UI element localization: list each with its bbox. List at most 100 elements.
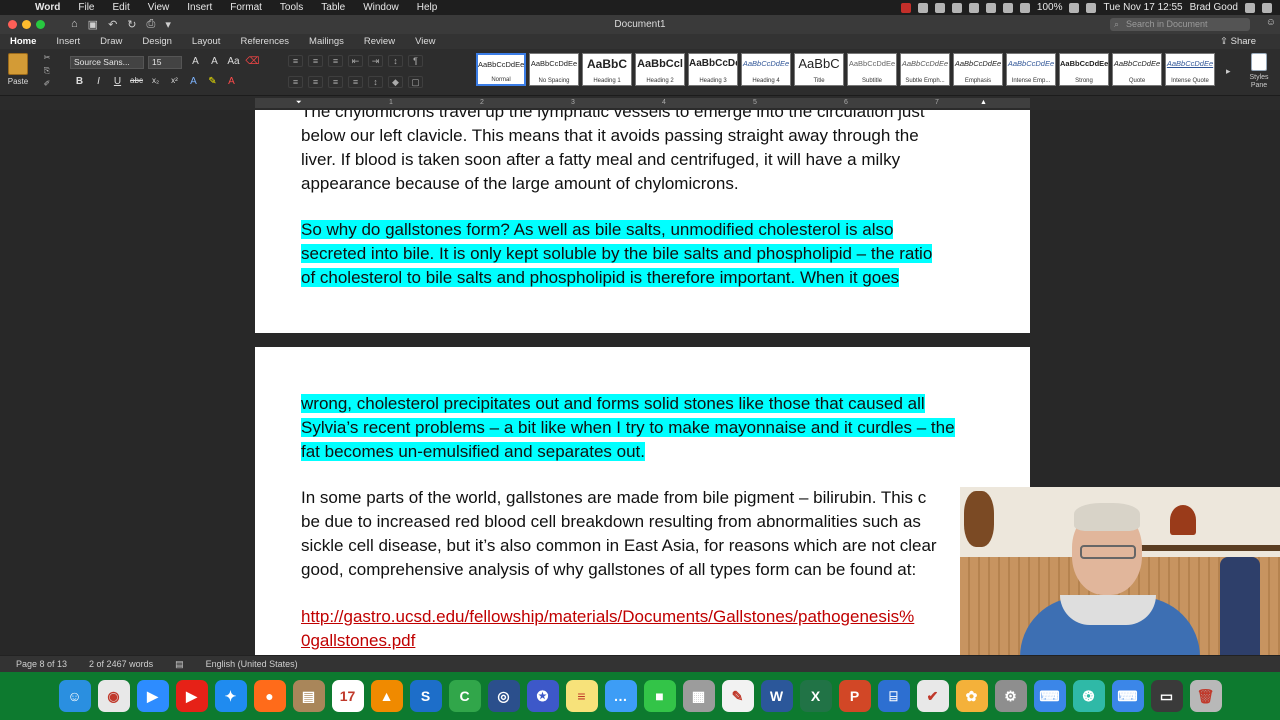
trash-icon[interactable]: 🗑 — [1189, 680, 1222, 712]
style-heading-1[interactable]: AaBbC Heading 1 — [582, 53, 632, 86]
powerpoint-icon[interactable]: P — [838, 680, 871, 712]
horizontal-ruler[interactable]: ⏷ 1 2 3 4 5 6 7 ▲ — [0, 96, 1280, 110]
style-subtitle[interactable]: AaBbCcDdEe Subtitle — [847, 53, 897, 86]
dropbox-icon[interactable] — [968, 2, 979, 13]
preferences-icon[interactable]: ⚙ — [994, 680, 1027, 712]
style-subtle-emphasis[interactable]: AaBbCcDdEe Subtle Emph... — [900, 53, 950, 86]
language-indicator[interactable]: English (United States) — [206, 659, 298, 669]
webcam-overlay[interactable] — [960, 487, 1280, 667]
style-strong[interactable]: AaBbCcDdEe Strong — [1059, 53, 1109, 86]
style-title[interactable]: AaBbC Title — [794, 53, 844, 86]
quicktime-icon[interactable]: ◎ — [487, 680, 520, 712]
style-normal[interactable]: AaBbCcDdEe Normal — [476, 53, 526, 86]
decrease-indent-icon[interactable]: ⇤ — [348, 55, 363, 67]
slides-icon[interactable]: S — [409, 680, 442, 712]
style-heading-4[interactable]: AaBbCcDdEe Heading 4 — [741, 53, 791, 86]
zoom-icon[interactable]: ▶ — [136, 680, 169, 712]
hyperlink[interactable]: 0gallstones.pdf — [301, 631, 415, 650]
search-document-input[interactable]: ⌕ Search in Document — [1110, 18, 1250, 31]
strikethrough-button[interactable]: abc — [129, 76, 144, 87]
calculator-icon[interactable]: ▦ — [682, 680, 715, 712]
excel-icon[interactable]: X — [799, 680, 832, 712]
zoom-window-button[interactable] — [36, 20, 45, 29]
paragraph-cholesterol-highlighted[interactable]: wrong, cholesterol precipitates out and … — [301, 392, 1001, 464]
camtasia-icon[interactable]: C — [448, 680, 481, 712]
menu-window[interactable]: Window — [354, 0, 408, 15]
textedit-icon[interactable]: ✎ — [721, 680, 754, 712]
multilevel-list-icon[interactable]: ≡ — [328, 55, 343, 67]
menu-format[interactable]: Format — [221, 0, 271, 15]
word-icon[interactable]: W — [760, 680, 793, 712]
tasks-icon[interactable]: ✔ — [916, 680, 949, 712]
tab-layout[interactable]: Layout — [182, 34, 231, 49]
subscript-button[interactable]: x₂ — [148, 76, 163, 87]
style-no-spacing[interactable]: AaBbCcDdEe No Spacing — [529, 53, 579, 86]
menu-table[interactable]: Table — [312, 0, 354, 15]
highlight-button[interactable]: ✎ — [205, 76, 220, 87]
account-icon[interactable]: ☺ — [1266, 17, 1276, 28]
grow-font-icon[interactable]: A — [188, 56, 203, 67]
chrome-icon[interactable]: ◉ — [97, 680, 130, 712]
underline-button[interactable]: U — [110, 76, 125, 87]
style-quote[interactable]: AaBbCcDdEe Quote — [1112, 53, 1162, 86]
proofing-icon[interactable]: ▤ — [175, 659, 184, 670]
redo-icon[interactable]: ↻ — [127, 18, 136, 31]
menubar-clock[interactable]: Tue Nov 17 12:55 — [1103, 2, 1182, 13]
shading-icon[interactable]: ◆ — [388, 76, 403, 88]
change-case-icon[interactable]: Aa — [226, 56, 241, 67]
save-icon[interactable]: ▣ — [88, 18, 98, 31]
copy-icon[interactable]: ⎘ — [40, 64, 54, 77]
indent-marker-icon[interactable]: ⏷ — [296, 99, 302, 107]
spotlight-icon[interactable] — [1245, 2, 1255, 13]
facetime-icon[interactable]: ■ — [643, 680, 676, 712]
document-page[interactable]: wrong, cholesterol precipitates out and … — [255, 347, 1030, 655]
font-color-button[interactable]: A — [224, 76, 239, 87]
scanner-icon[interactable]: ⌸ — [877, 680, 910, 712]
tab-review[interactable]: Review — [354, 34, 405, 49]
messages-icon[interactable]: … — [604, 680, 637, 712]
word-count[interactable]: 2 of 2467 words — [89, 659, 153, 669]
photos-icon[interactable]: ✿ — [955, 680, 988, 712]
badge-icon[interactable]: ✪ — [526, 680, 559, 712]
finder-icon[interactable]: ☺ — [58, 680, 91, 712]
paragraph-link[interactable]: http://gastro.ucsd.edu/fellowship/materi… — [301, 605, 1001, 653]
right-indent-marker-icon[interactable]: ▲ — [980, 99, 987, 106]
firefox-icon[interactable]: ● — [253, 680, 286, 712]
safari-icon[interactable]: ✦ — [214, 680, 247, 712]
menu-view[interactable]: View — [139, 0, 179, 15]
bold-button[interactable]: B — [72, 76, 87, 87]
print-icon[interactable]: ⎙ — [147, 18, 156, 31]
italic-button[interactable]: I — [91, 76, 106, 87]
menu-tools[interactable]: Tools — [271, 0, 312, 15]
superscript-button[interactable]: x² — [167, 76, 182, 87]
borders-icon[interactable]: ▢ — [408, 76, 423, 88]
menu-edit[interactable]: Edit — [104, 0, 139, 15]
menu-file[interactable]: File — [69, 0, 103, 15]
minimize-window-button[interactable] — [22, 20, 31, 29]
document-page[interactable]: The chylomicrons travel up the lymphatic… — [255, 110, 1030, 333]
skype-icon[interactable] — [934, 2, 945, 13]
keyboard-icon[interactable]: ⌨ — [1033, 680, 1066, 712]
keyboard-viewer-icon[interactable]: ⌨ — [1111, 680, 1144, 712]
align-left-icon[interactable]: ≡ — [288, 76, 303, 88]
numbering-icon[interactable]: ≡ — [308, 55, 323, 67]
time-machine-icon[interactable] — [985, 2, 996, 13]
tab-references[interactable]: References — [230, 34, 299, 49]
cut-icon[interactable]: ✂ — [40, 51, 54, 64]
style-emphasis[interactable]: AaBbCcDdEe Emphasis — [953, 53, 1003, 86]
styles-more-arrow-icon[interactable]: ▸ — [1226, 66, 1231, 77]
increase-indent-icon[interactable]: ⇥ — [368, 55, 383, 67]
battery-icon[interactable] — [1069, 2, 1080, 13]
format-painter-icon[interactable]: ✐ — [40, 77, 54, 90]
font-name-select[interactable]: Source Sans... — [70, 56, 144, 69]
menubar-user[interactable]: Brad Good — [1190, 2, 1238, 13]
show-marks-icon[interactable]: ¶ — [408, 55, 423, 67]
notification-center-icon[interactable] — [1262, 2, 1272, 13]
volume-icon[interactable] — [1086, 2, 1097, 13]
youtube-icon[interactable]: ▶ — [175, 680, 208, 712]
style-intense-emphasis[interactable]: AaBbCcDdEe Intense Emp... — [1006, 53, 1056, 86]
clear-formatting-icon[interactable]: ⌫ — [245, 56, 260, 67]
page-count[interactable]: Page 8 of 13 — [16, 659, 67, 669]
tab-home[interactable]: Home — [0, 34, 46, 49]
tab-view[interactable]: View — [405, 34, 445, 49]
